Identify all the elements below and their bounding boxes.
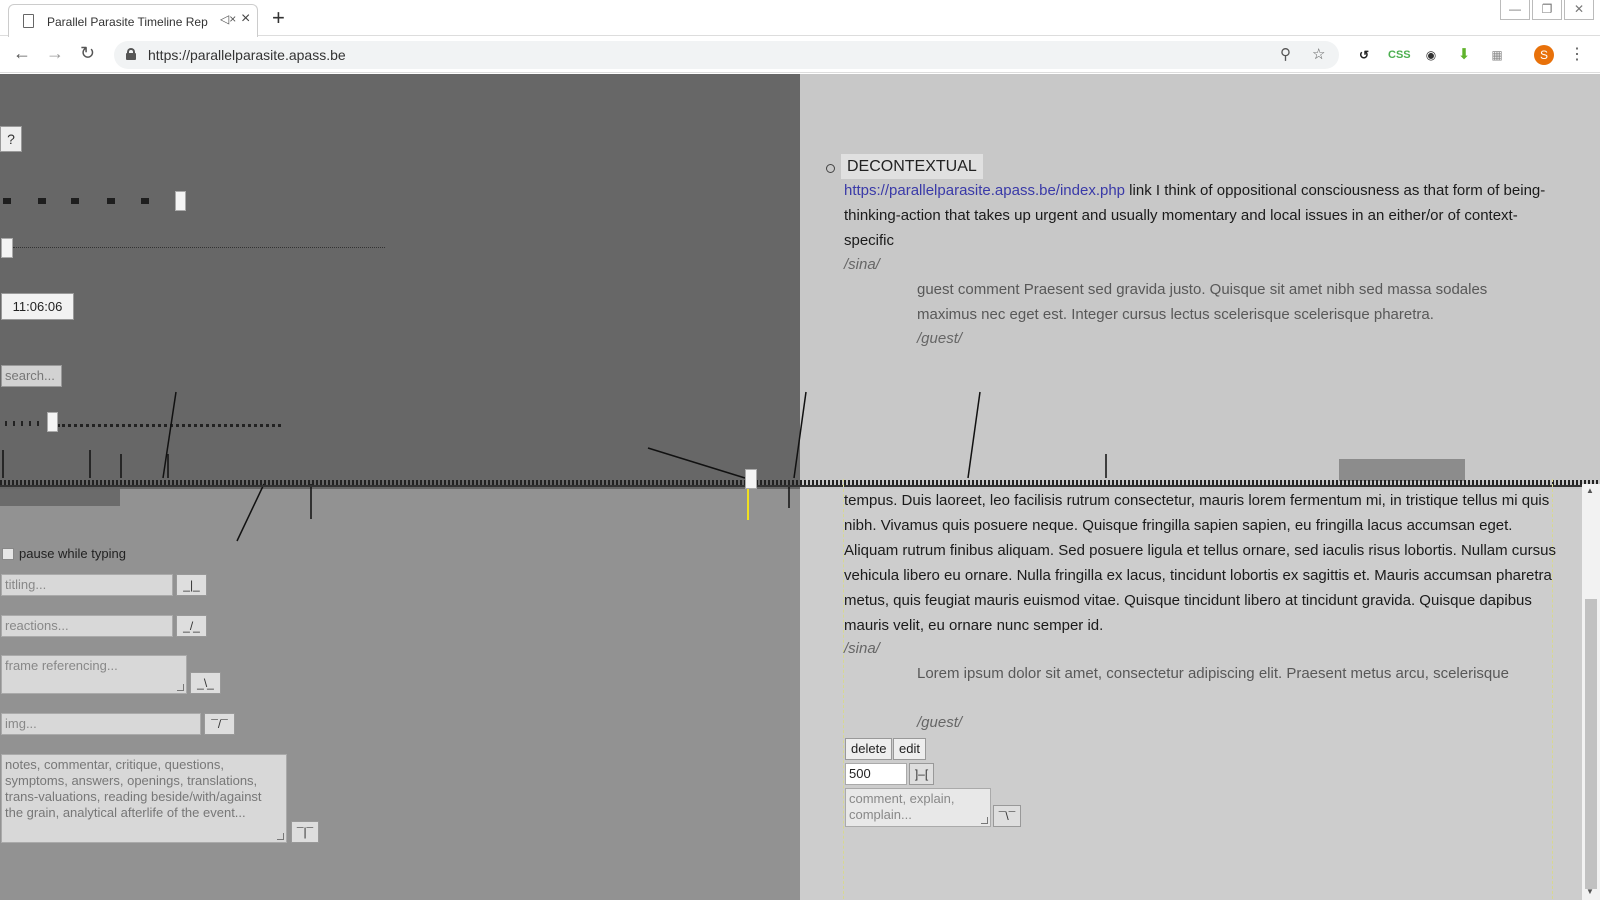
volume-slider-track[interactable]	[13, 247, 385, 248]
notes-textarea[interactable]: notes, commentar, critique, questions, s…	[1, 754, 287, 843]
post-body-text: tempus. Duis laoreet, leo facilisis rutr…	[844, 492, 1556, 634]
speed-slider-handle[interactable]	[175, 191, 186, 211]
mute-icon[interactable]: ◁×	[220, 12, 236, 26]
frame-referencing-placeholder: frame referencing...	[5, 658, 118, 673]
scrollbar-thumb[interactable]	[1585, 599, 1597, 889]
resize-grip-icon[interactable]	[177, 684, 184, 691]
body-author: /sina/	[844, 640, 880, 657]
frame-referencing-submit-button[interactable]: _\_	[190, 672, 221, 694]
img-submit-button[interactable]: ¯/¯	[204, 713, 235, 735]
img-input[interactable]: img...	[1, 713, 201, 735]
post-title[interactable]: DECONTEXTUAL	[841, 154, 983, 179]
browser-toolbar: ← → ↻ https://parallelparasite.apass.be …	[0, 37, 1600, 73]
comment-submit-button[interactable]: ¯\¯	[993, 805, 1021, 827]
timeline-range-marker	[1339, 459, 1465, 481]
delete-button[interactable]: delete	[845, 738, 893, 760]
notes-submit-button[interactable]: ¯|¯	[291, 821, 319, 843]
url-text: https://parallelparasite.apass.be	[148, 47, 346, 63]
post-bullet-icon	[826, 164, 835, 173]
resize-grip-icon[interactable]	[277, 833, 284, 840]
extension-c-icon[interactable]: ↺	[1355, 46, 1373, 64]
reactions-submit-button[interactable]: _/_	[176, 615, 207, 637]
playhead-handle[interactable]	[745, 469, 757, 489]
lock-icon	[126, 48, 136, 60]
guest-author-2: /guest/	[917, 714, 963, 731]
tab-strip: Parallel Parasite Timeline Rep ◁× × + — …	[0, 0, 1600, 37]
page-content: ? 11:06:06 search... pause while typing …	[0, 74, 1600, 900]
window-close-icon[interactable]: ✕	[1564, 0, 1594, 20]
speed-marker	[3, 198, 11, 204]
page-icon	[23, 14, 34, 28]
guest-comment-2: Lorem ipsum dolor sit amet, consectetur …	[917, 665, 1509, 682]
close-tab-icon[interactable]: ×	[241, 10, 250, 28]
browser-tab[interactable]: Parallel Parasite Timeline Rep ◁× ×	[8, 4, 258, 37]
titling-input[interactable]: titling...	[1, 574, 173, 596]
briefcase-extension-icon[interactable]: ▦	[1488, 46, 1506, 64]
volume-slider-handle[interactable]	[1, 238, 13, 258]
record-extension-icon[interactable]: ◉	[1422, 46, 1440, 64]
download-extension-icon[interactable]: ⬇	[1455, 46, 1473, 64]
scroll-up-icon[interactable]: ▲	[1586, 486, 1594, 495]
speed-marker	[141, 198, 149, 204]
resize-grip-icon[interactable]	[981, 817, 988, 824]
current-time-display: 11:06:06	[1, 293, 74, 320]
comment-textarea[interactable]: comment, explain, complain...	[845, 788, 991, 827]
avatar[interactable]: S	[1534, 45, 1554, 65]
zoom-icon[interactable]: ⚲	[1280, 45, 1291, 63]
back-icon[interactable]: ←	[13, 43, 31, 64]
restore-icon[interactable]: ❐	[1532, 0, 1562, 20]
minimize-icon[interactable]: —	[1500, 0, 1530, 20]
address-bar[interactable]: https://parallelparasite.apass.be ⚲ ☆	[114, 41, 1339, 69]
notes-placeholder: notes, commentar, critique, questions, s…	[5, 757, 262, 820]
comment-placeholder: comment, explain, complain...	[849, 791, 955, 822]
duration-input[interactable]: 500	[845, 763, 907, 785]
pause-while-typing-checkbox[interactable]	[2, 548, 14, 560]
posts-scrollbar[interactable]: ▲ ▼	[1582, 484, 1600, 900]
speed-marker	[71, 198, 79, 204]
post-link[interactable]: https://parallelparasite.apass.be/index.…	[844, 182, 1125, 199]
forward-icon[interactable]: →	[46, 43, 64, 64]
reload-icon[interactable]: ↻	[80, 43, 95, 64]
scroll-down-icon[interactable]: ▼	[1586, 887, 1594, 896]
post-author: /sina/	[844, 256, 880, 273]
edit-button[interactable]: edit	[893, 738, 926, 760]
speed-marker	[38, 198, 46, 204]
timeline-scrollbar-thumb[interactable]	[0, 489, 120, 506]
speed-marker	[107, 198, 115, 204]
post-body: https://parallelparasite.apass.be/index.…	[844, 178, 1564, 253]
titling-submit-button[interactable]: _|_	[176, 574, 207, 596]
duration-apply-button[interactable]: ]–[	[909, 763, 934, 785]
pause-while-typing-label: pause while typing	[19, 546, 126, 561]
frame-referencing-textarea[interactable]: frame referencing...	[1, 655, 187, 694]
guest-author: /guest/	[917, 330, 963, 347]
reactions-input[interactable]: reactions...	[1, 615, 173, 637]
new-tab-icon[interactable]: +	[272, 5, 285, 31]
css-extension-icon[interactable]: CSS	[1388, 46, 1411, 64]
help-button[interactable]: ?	[0, 126, 22, 152]
bookmark-star-icon[interactable]: ☆	[1312, 45, 1325, 63]
guest-comment: guest comment Praesent sed gravida justo…	[917, 281, 1488, 323]
tab-title: Parallel Parasite Timeline Rep	[47, 15, 208, 29]
menu-icon[interactable]: ⋮	[1568, 46, 1586, 64]
